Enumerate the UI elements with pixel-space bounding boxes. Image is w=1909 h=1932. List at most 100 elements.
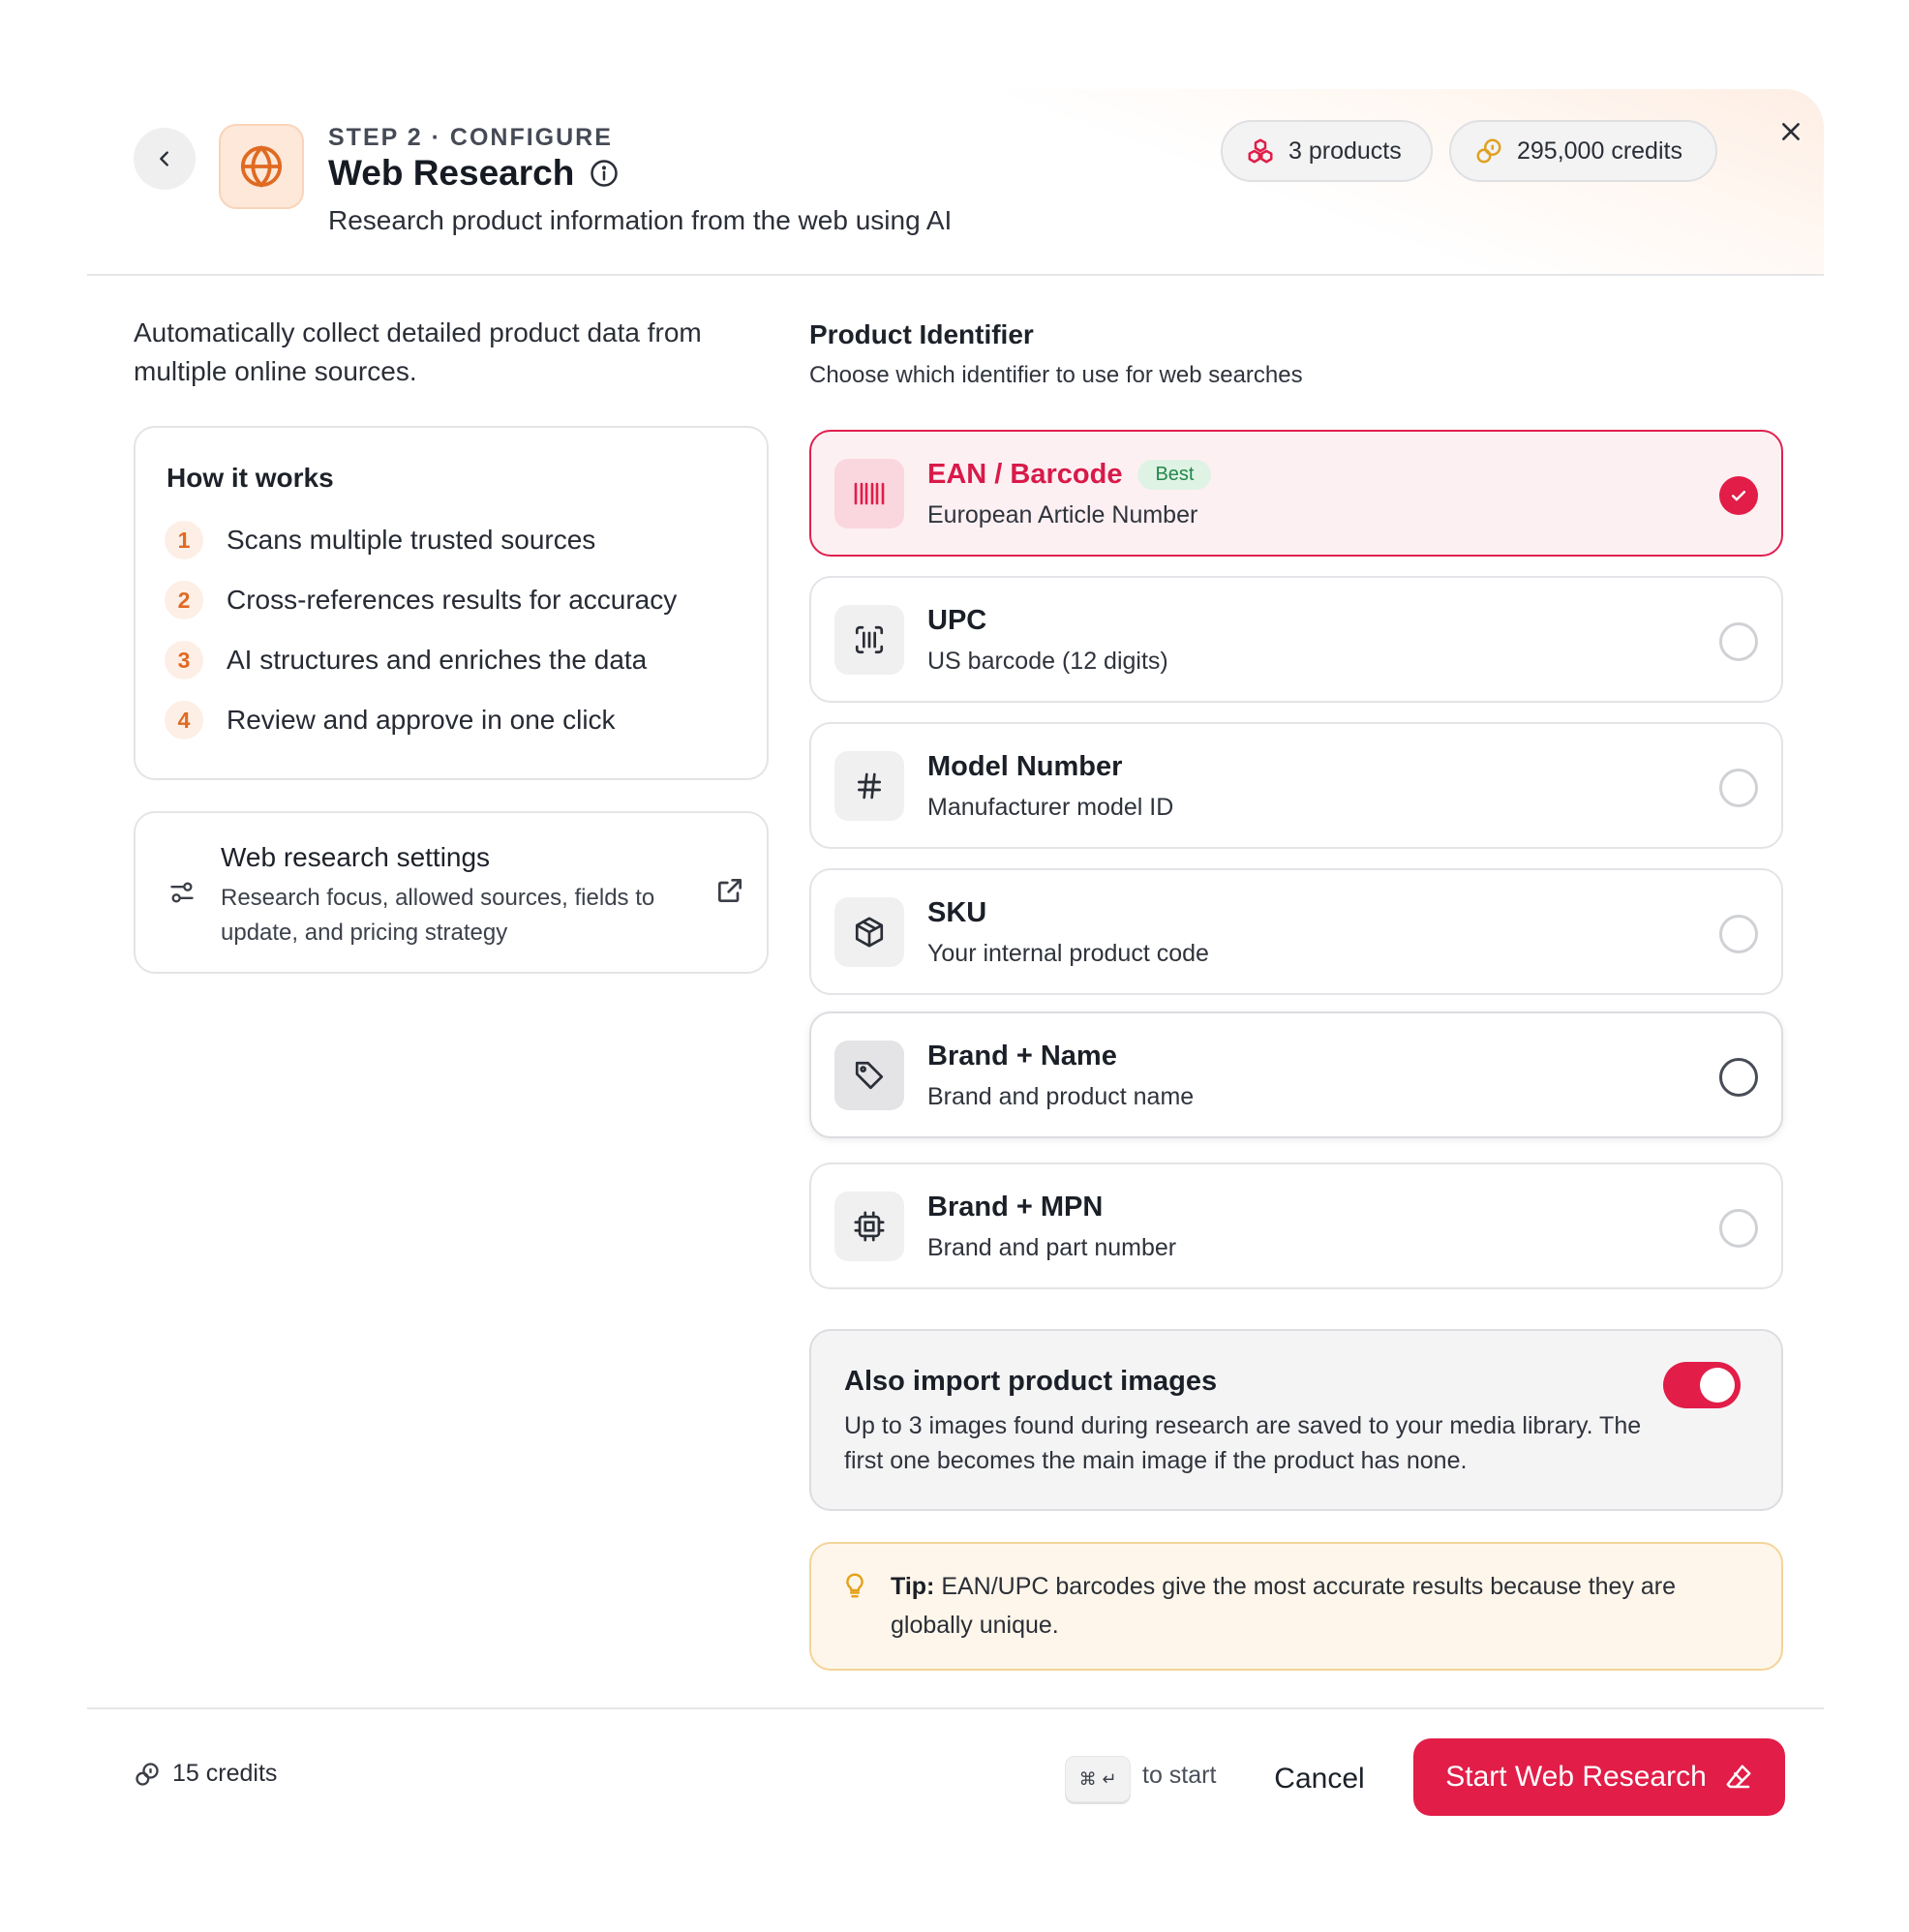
step-label: Scans multiple trusted sources: [227, 525, 596, 555]
title-row: Web Research: [328, 153, 619, 194]
keyboard-shortcut: ⌘ ↵: [1065, 1756, 1131, 1802]
lightbulb-icon: [846, 1573, 864, 1598]
coins-icon: [136, 1762, 159, 1786]
radio-unchecked[interactable]: [1719, 622, 1758, 661]
radio-unchecked[interactable]: [1719, 1058, 1758, 1097]
products-count: 3 products: [1288, 136, 1402, 165]
option-description: European Article Number: [927, 501, 1198, 528]
tip-text: Tip: EAN/UPC barcodes give the most accu…: [891, 1567, 1742, 1645]
settings-title: Web research settings: [221, 842, 491, 872]
tip-card: Tip: EAN/UPC barcodes give the most accu…: [809, 1542, 1783, 1671]
credits-pill: 295,000 credits: [1449, 120, 1717, 182]
modal-header: STEP 2 · CONFIGURE Web Research Research…: [87, 89, 1824, 276]
credits-balance: 295,000 credits: [1517, 136, 1682, 165]
option-name: Brand + MPN: [927, 1192, 1104, 1223]
product-identifier-title: Product Identifier: [809, 319, 1034, 349]
how-step: 4 Review and approve in one click: [165, 701, 616, 740]
import-images-card: Also import product images Up to 3 image…: [809, 1329, 1783, 1511]
option-name: EAN / Barcode: [927, 459, 1123, 490]
tip-label: Tip:: [891, 1573, 935, 1600]
web-research-modal: STEP 2 · CONFIGURE Web Research Research…: [87, 89, 1824, 1860]
product-identifier-subtitle: Choose which identifier to use for web s…: [809, 362, 1303, 388]
option-brand-name[interactable]: Brand + Name Brand and product name: [809, 1011, 1783, 1138]
option-icon-tile: [834, 1041, 904, 1110]
scan-barcode-icon: [855, 625, 884, 654]
credits-cost: 15 credits: [172, 1760, 278, 1787]
globe-icon: [240, 145, 283, 188]
products-pill: 3 products: [1221, 120, 1433, 182]
step-label: Cross-references results for accuracy: [227, 585, 678, 615]
info-icon[interactable]: [590, 159, 619, 188]
import-images-title: Also import product images: [844, 1366, 1218, 1397]
how-step: 1 Scans multiple trusted sources: [165, 521, 595, 559]
close-button[interactable]: [1772, 112, 1810, 151]
products-cubes-icon: [1248, 138, 1273, 164]
radio-unchecked[interactable]: [1719, 769, 1758, 807]
start-button-label: Start Web Research: [1445, 1761, 1707, 1793]
import-images-description: Up to 3 images found during research are…: [844, 1412, 1642, 1474]
option-brand-mpn[interactable]: Brand + MPN Brand and part number: [809, 1162, 1783, 1289]
option-name: UPC: [927, 605, 987, 636]
barcode-icon: [854, 482, 885, 505]
step-number: 1: [165, 521, 203, 559]
option-ean-barcode[interactable]: EAN / Barcode Best European Article Numb…: [809, 430, 1783, 557]
radio-checked[interactable]: [1719, 476, 1758, 515]
how-step: 2 Cross-references results for accuracy: [165, 581, 677, 619]
radio-unchecked[interactable]: [1719, 1209, 1758, 1248]
option-description: Your internal product code: [927, 940, 1209, 967]
option-icon-tile: [834, 751, 904, 821]
settings-description: Research focus, allowed sources, fields …: [221, 885, 655, 946]
coins-icon: [1476, 138, 1501, 164]
radio-unchecked[interactable]: [1719, 915, 1758, 953]
back-button[interactable]: [134, 128, 196, 190]
option-icon-tile: [834, 605, 904, 675]
tip-body: EAN/UPC barcodes give the most accurate …: [891, 1573, 1677, 1639]
step-number: 4: [165, 701, 203, 740]
intro-text: Automatically collect detailed product d…: [134, 317, 702, 386]
how-it-works-title: How it works: [167, 463, 334, 493]
best-badge: Best: [1137, 460, 1212, 490]
option-name-row: SKU: [927, 897, 986, 929]
start-web-research-button[interactable]: Start Web Research: [1413, 1738, 1785, 1816]
chevron-left-icon: [160, 151, 168, 166]
tag-icon: [855, 1061, 884, 1090]
toggle-knob: [1700, 1368, 1735, 1403]
external-link-icon: [718, 879, 742, 902]
hash-icon: [858, 772, 881, 800]
option-description: Brand and part number: [927, 1234, 1177, 1261]
how-step: 3 AI structures and enriches the data: [165, 641, 647, 679]
cancel-button[interactable]: Cancel: [1258, 1742, 1380, 1816]
option-name-row: UPC: [927, 605, 986, 637]
globe-tile: [219, 124, 304, 209]
shortcut-label: to start: [1142, 1762, 1217, 1789]
chip-icon: [854, 1211, 885, 1242]
option-name-row: Brand + MPN: [927, 1192, 1103, 1223]
web-research-settings-link[interactable]: Web research settings Research focus, al…: [134, 811, 769, 974]
step-number: 2: [165, 581, 203, 619]
option-icon-tile: [834, 897, 904, 967]
check-icon: [1731, 491, 1746, 501]
close-icon: [1782, 123, 1800, 140]
eraser-icon: [1726, 1765, 1751, 1789]
option-description: Brand and product name: [927, 1083, 1195, 1110]
option-icon-tile: [834, 459, 904, 528]
step-number: 3: [165, 641, 203, 679]
option-upc[interactable]: UPC US barcode (12 digits): [809, 576, 1783, 703]
option-name-row: Brand + Name: [927, 1041, 1117, 1072]
option-description: Manufacturer model ID: [927, 794, 1174, 821]
option-name-row: Model Number: [927, 751, 1122, 783]
option-name: SKU: [927, 897, 987, 928]
option-name: Brand + Name: [927, 1041, 1117, 1072]
option-sku[interactable]: SKU Your internal product code: [809, 868, 1783, 995]
option-icon-tile: [834, 1192, 904, 1261]
page-title: Web Research: [328, 153, 575, 193]
import-images-toggle[interactable]: [1663, 1362, 1741, 1408]
option-model-number[interactable]: Model Number Manufacturer model ID: [809, 722, 1783, 849]
step-label: Review and approve in one click: [227, 705, 616, 735]
sliders-icon: [170, 882, 194, 903]
step-label: STEP 2 · CONFIGURE: [328, 124, 613, 151]
option-description: US barcode (12 digits): [927, 648, 1168, 675]
option-name: Model Number: [927, 751, 1123, 782]
footer-credits: 15 credits: [134, 1760, 277, 1788]
footer-divider: [87, 1707, 1824, 1709]
